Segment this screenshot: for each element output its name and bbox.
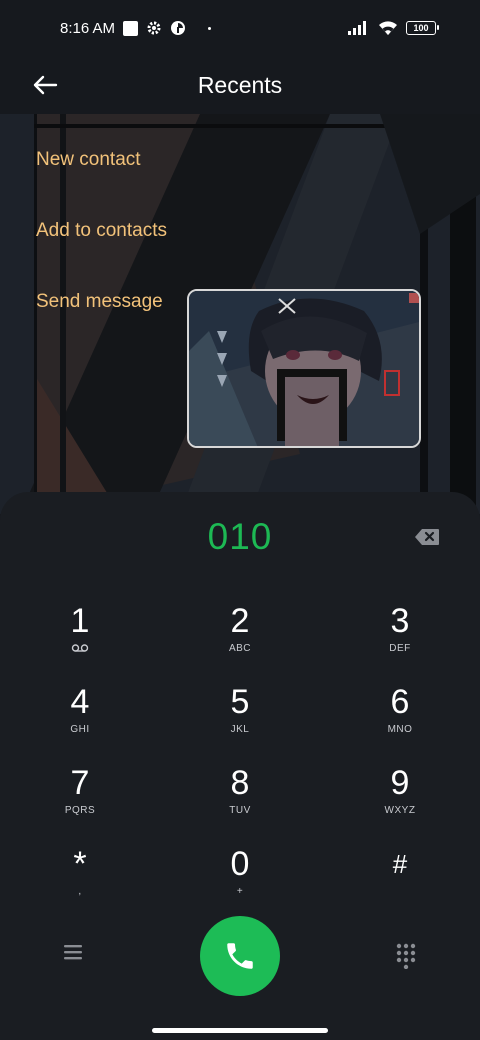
dialpad-icon [396, 943, 416, 970]
key-digit: 9 [390, 764, 410, 802]
key-8[interactable]: 8 TUV [160, 764, 320, 845]
home-indicator[interactable] [152, 1028, 328, 1033]
key-letters: ABC [228, 643, 252, 654]
key-digit: * [73, 845, 87, 883]
backspace-icon [415, 529, 439, 545]
key-letters: TUV [229, 805, 251, 816]
contact-actions: New contact Add to contacts Send message [36, 144, 167, 357]
key-2[interactable]: 2 ABC [160, 602, 320, 683]
key-letters: GHI [70, 724, 90, 735]
key-4[interactable]: 4 GHI [0, 683, 160, 764]
add-to-contacts-link[interactable]: Add to contacts [36, 215, 167, 286]
key-digit: 5 [230, 683, 250, 721]
status-time: 8:16 AM [60, 19, 116, 37]
signal-icon [348, 21, 366, 35]
key-5[interactable]: 5 JKL [160, 683, 320, 764]
key-letters: JKL [230, 724, 250, 735]
dialer-bottom-bar [0, 914, 480, 998]
key-digit: 7 [70, 764, 90, 802]
key-digit: 2 [230, 602, 250, 640]
back-button[interactable] [28, 68, 62, 102]
battery-icon: 100 [406, 21, 439, 35]
key-letters: PQRS [64, 805, 96, 816]
key-digit: 1 [70, 602, 90, 640]
key-3[interactable]: 3 DEF [320, 602, 480, 683]
key-9[interactable]: 9 WXYZ [320, 764, 480, 845]
menu-button[interactable] [62, 943, 86, 965]
anime-character-image [189, 291, 419, 446]
key-digit: 0 [230, 845, 250, 883]
menu-icon [64, 945, 82, 960]
key-7[interactable]: 7 PQRS [0, 764, 160, 845]
key-digit: 8 [230, 764, 250, 802]
dialpad-toggle-button[interactable] [396, 943, 416, 970]
key-letters: + [236, 886, 244, 897]
key-letters: WXYZ [384, 805, 416, 816]
key-6[interactable]: 6 MNO [320, 683, 480, 764]
key-digit: 3 [390, 602, 410, 640]
key-digit: 6 [390, 683, 410, 721]
new-contact-link[interactable]: New contact [36, 144, 167, 215]
wallpaper-area: New contact Add to contacts Send message [0, 114, 480, 514]
wallpaper-thumbnail [187, 289, 421, 448]
dialer-panel: 010 1 2 ABC 3 DEF 4 GHI 5 JKL 6 MNO 7 PQ… [0, 492, 480, 1040]
status-bar: 8:16 AM 100 [0, 0, 480, 56]
key-letters: MNO [387, 724, 413, 735]
dialed-number[interactable]: 010 [0, 516, 480, 558]
backspace-button[interactable] [414, 528, 440, 546]
page-title: Recents [197, 71, 283, 98]
key-digit: # [392, 849, 408, 879]
settings-icon [147, 21, 161, 35]
call-button[interactable] [200, 916, 280, 996]
send-message-link[interactable]: Send message [36, 286, 167, 357]
data-saver-icon [171, 21, 186, 35]
voicemail-icon [71, 643, 89, 657]
key-letters: , [78, 886, 82, 897]
back-arrow-icon [33, 75, 58, 95]
battery-level: 100 [413, 23, 429, 33]
app-header: Recents [0, 56, 480, 114]
notification-dot-icon [208, 26, 212, 30]
phone-icon [227, 943, 253, 969]
wifi-icon [379, 20, 397, 35]
keypad: 1 2 ABC 3 DEF 4 GHI 5 JKL 6 MNO 7 PQRS 8… [0, 602, 480, 926]
key-digit: 4 [70, 683, 90, 721]
key-letters: DEF [389, 643, 411, 654]
key-1[interactable]: 1 [0, 602, 160, 683]
notification-square-icon [123, 20, 139, 36]
